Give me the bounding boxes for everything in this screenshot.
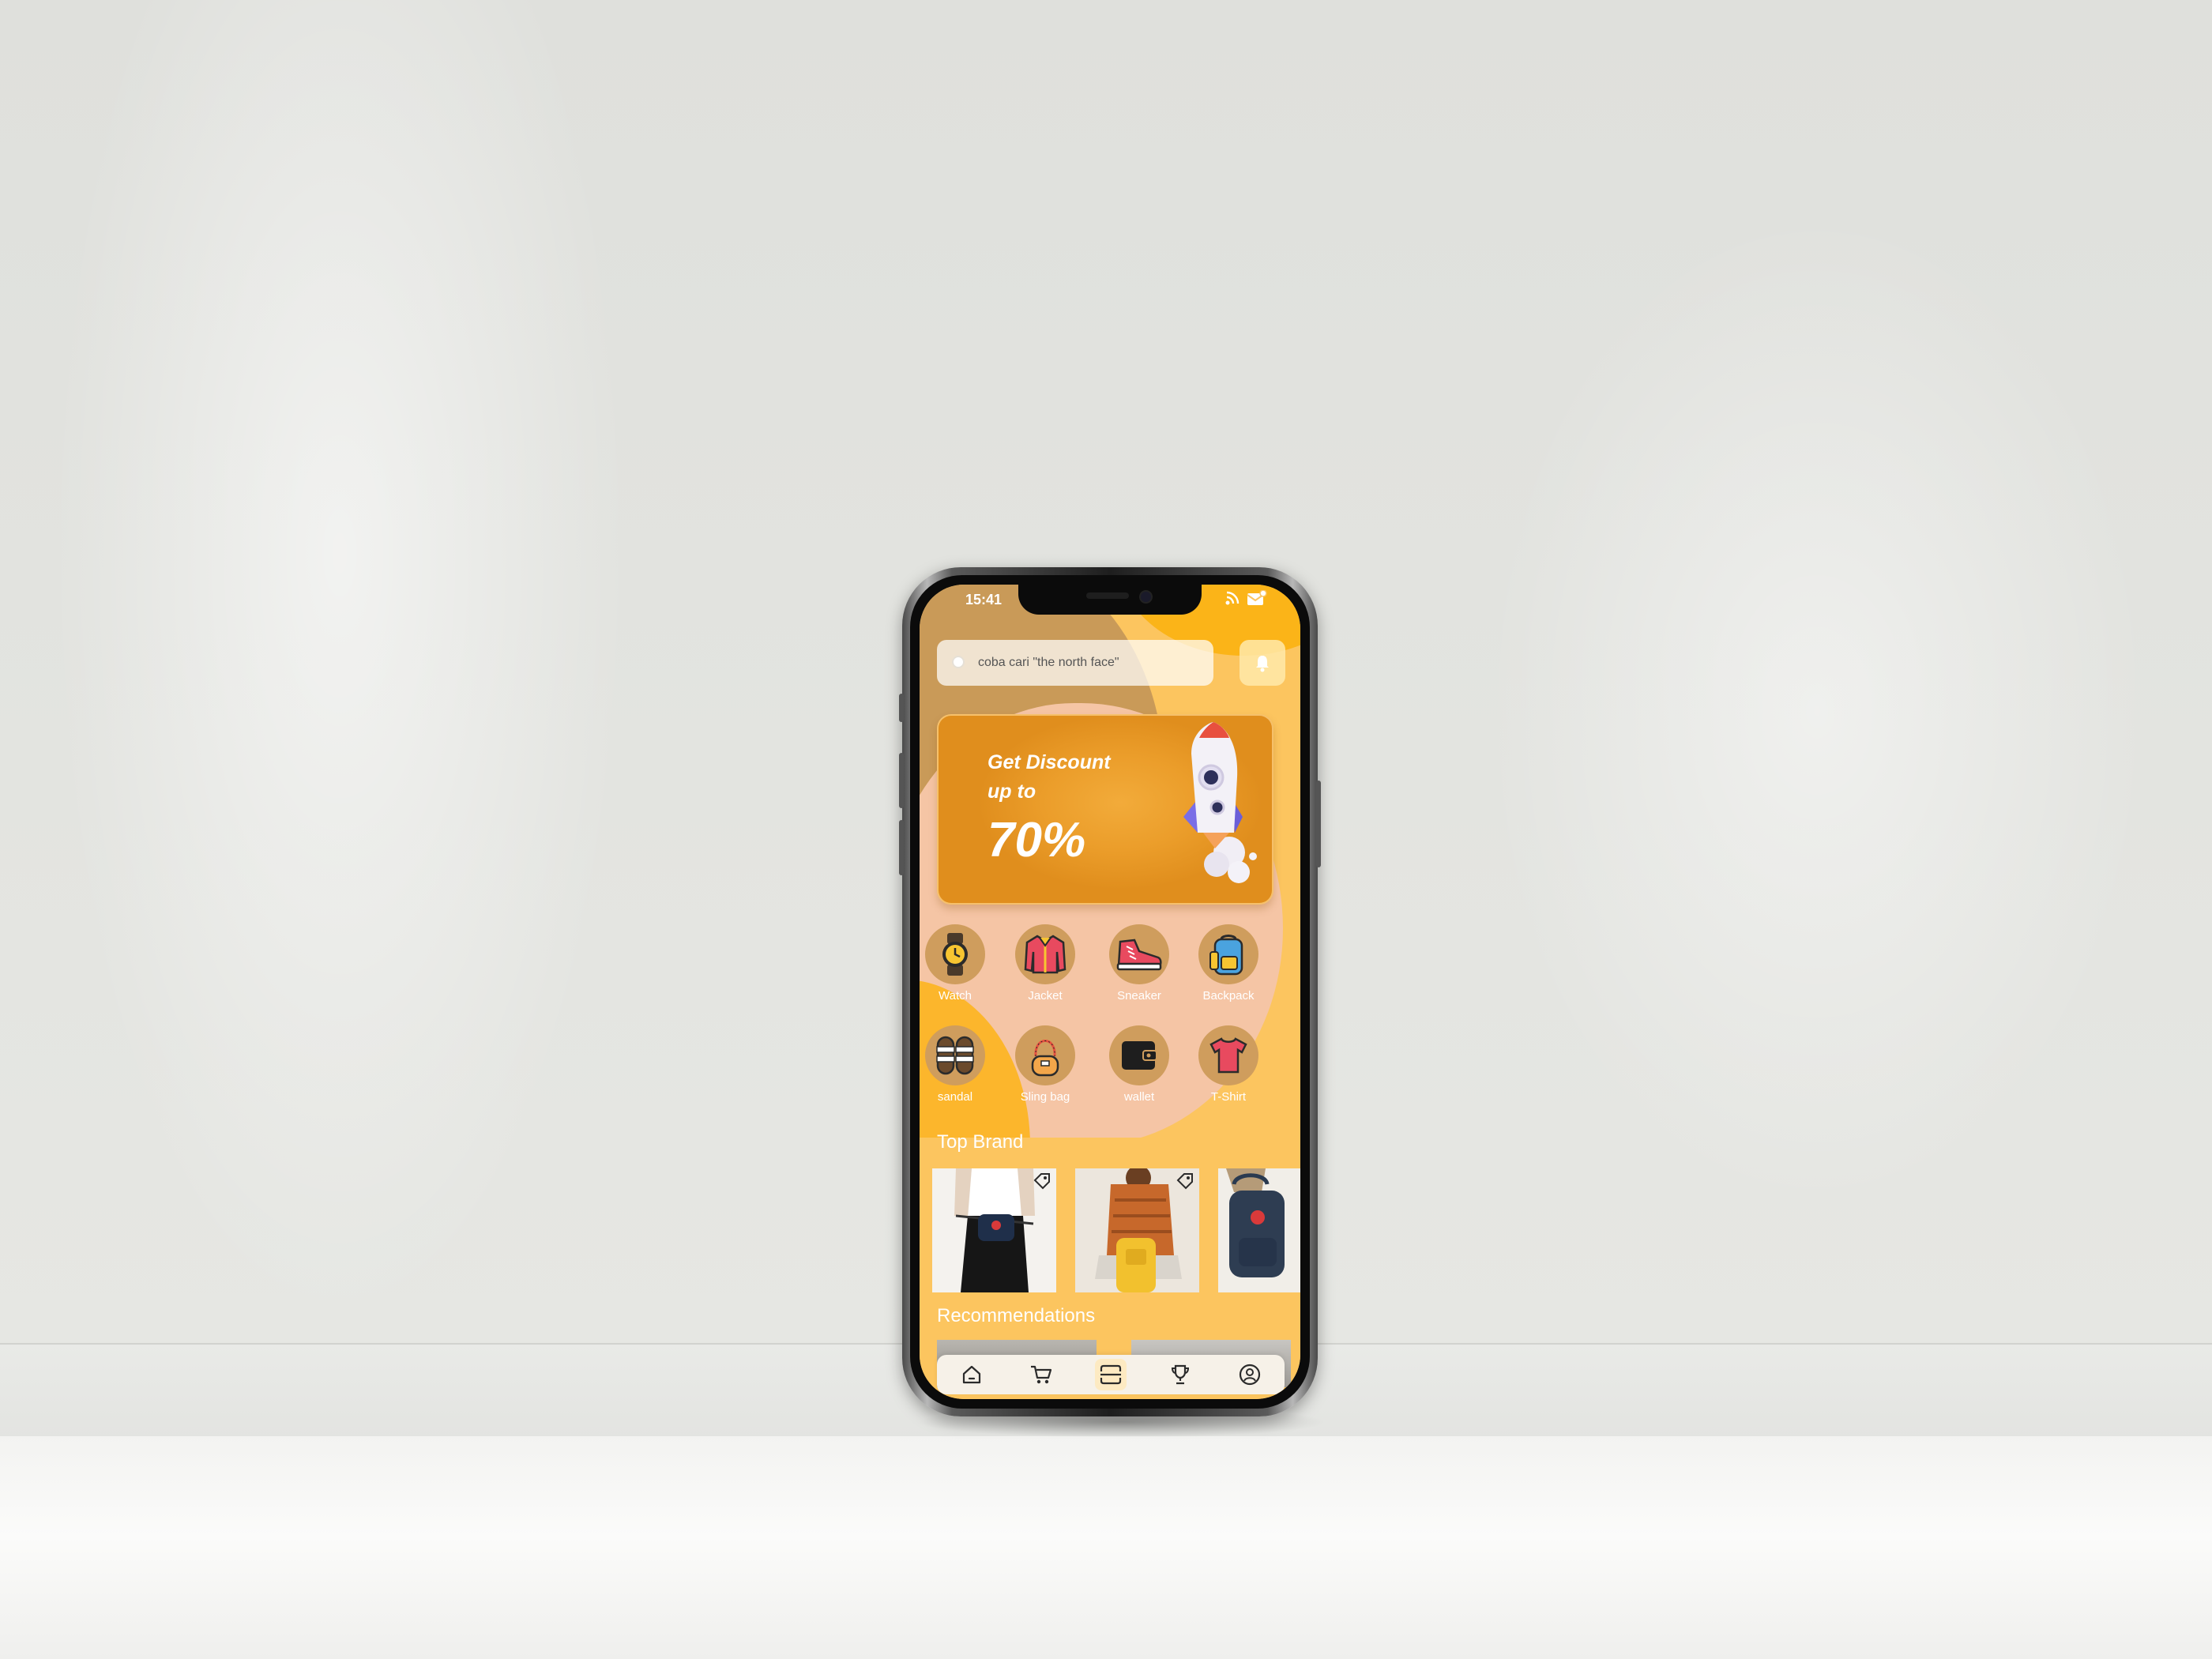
search-bar[interactable]: coba cari "the north face" [937, 640, 1213, 686]
category-tshirt[interactable]: T-Shirt [1193, 1025, 1264, 1104]
tag-icon[interactable] [1176, 1172, 1194, 1191]
category-label: Backpack [1202, 989, 1255, 1003]
sandal-icon [936, 1036, 974, 1075]
rocket-icon [1183, 722, 1257, 883]
category-watch[interactable]: Watch [920, 924, 991, 1003]
power-button [1316, 781, 1321, 867]
tab-profile[interactable] [1234, 1359, 1266, 1390]
top-brand-title: Top Brand [937, 1131, 1024, 1153]
brand-card[interactable] [1075, 1168, 1199, 1292]
watch-icon [942, 933, 968, 976]
category-label: Watch [939, 989, 972, 1003]
category-sandal[interactable]: sandal [920, 1025, 991, 1104]
scan-icon [1100, 1364, 1122, 1385]
category-label: wallet [1123, 1090, 1155, 1104]
volume-down-button [899, 820, 904, 875]
category-backpack[interactable]: Backpack [1193, 924, 1264, 1003]
category-label: Jacket [1028, 989, 1063, 1003]
category-label: T-Shirt [1210, 1090, 1247, 1104]
front-camera [1139, 590, 1153, 604]
mute-switch [899, 694, 904, 722]
status-time: 15:41 [965, 592, 1003, 608]
banner-percent: 70% [988, 813, 1086, 867]
brand-card[interactable] [932, 1168, 1056, 1292]
signal-icon [1225, 591, 1240, 605]
earpiece-speaker [1086, 592, 1129, 599]
category-jacket[interactable]: Jacket [1010, 924, 1081, 1003]
discount-banner[interactable]: Get Discount up to 70% [937, 714, 1273, 905]
recommendations-title: Recommendations [937, 1305, 1096, 1326]
tab-rewards[interactable] [1164, 1359, 1196, 1390]
category-label: sandal [937, 1090, 973, 1104]
status-icons [1224, 590, 1267, 606]
banner-subheadline: up to [988, 781, 1036, 803]
sling-bag-icon [1031, 1040, 1059, 1077]
category-label: Sneaker [1117, 989, 1161, 1003]
phone-device: 15:41 coba cari "the north face" Get Dis… [899, 567, 1321, 1416]
search-placeholder: coba cari "the north face" [978, 656, 1119, 669]
search-icon [952, 656, 965, 668]
category-wallet[interactable]: wallet [1104, 1025, 1175, 1104]
jacket-icon [1024, 935, 1066, 974]
tshirt-icon [1209, 1037, 1247, 1074]
cart-icon [1031, 1365, 1052, 1384]
category-sling-bag[interactable]: Sling bag [1010, 1025, 1081, 1104]
category-sneaker[interactable]: Sneaker [1104, 924, 1175, 1003]
home-icon [962, 1365, 981, 1384]
tab-home[interactable] [956, 1359, 988, 1390]
trophy-icon [1171, 1364, 1190, 1385]
phone-notch [1018, 585, 1202, 615]
notification-button[interactable] [1240, 640, 1285, 686]
profile-icon [1239, 1364, 1261, 1386]
backpack-icon [1209, 935, 1243, 976]
mail-notification-icon [1247, 590, 1267, 605]
bottom-tab-bar [937, 1355, 1285, 1394]
shelf-front [0, 1436, 2212, 1659]
tab-cart[interactable] [1025, 1359, 1057, 1390]
tab-scan[interactable] [1095, 1359, 1127, 1390]
tag-icon[interactable] [1033, 1172, 1051, 1191]
sneaker-icon [1116, 939, 1162, 971]
banner-headline: Get Discount [988, 751, 1111, 773]
brand-card[interactable] [1218, 1168, 1300, 1292]
brand-photo-navy-backpack [1218, 1168, 1300, 1292]
app-screen: 15:41 coba cari "the north face" Get Dis… [920, 585, 1300, 1399]
category-label: Sling bag [1020, 1090, 1070, 1104]
bell-icon [1256, 656, 1269, 672]
volume-up-button [899, 753, 904, 808]
wallet-icon [1122, 1041, 1157, 1070]
